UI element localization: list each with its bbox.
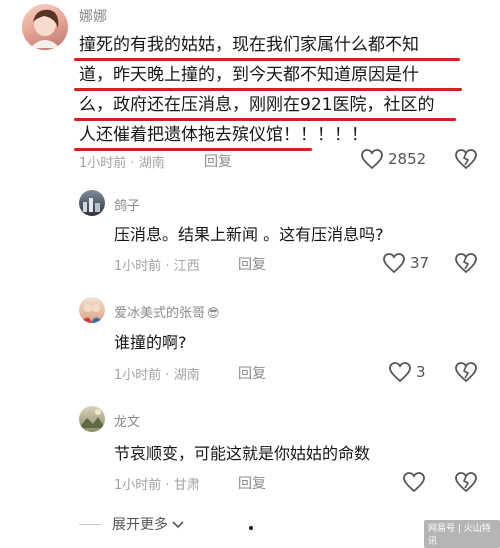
reply-meta: 1小时前 · 湖南: [114, 364, 200, 383]
meta-separator: ·: [130, 156, 135, 171]
dislike-button[interactable]: [454, 361, 478, 383]
comment-meta: 1小时前 · 湖南: [79, 152, 165, 171]
reply-time: 1小时前: [114, 478, 162, 493]
comment-location: 湖南: [138, 156, 165, 171]
reply-button[interactable]: 回复: [238, 473, 266, 493]
reply-meta: 1小时前 · 江西: [114, 255, 200, 274]
annotation-underline-1: [74, 58, 460, 61]
broken-heart-icon: [455, 253, 477, 274]
avatar-nana[interactable]: [22, 4, 68, 50]
reply-button[interactable]: 回复: [238, 254, 266, 274]
reply-button[interactable]: 回复: [204, 151, 232, 171]
avatar-cityscape-icon: [83, 198, 100, 212]
avatar-gezi[interactable]: [79, 190, 105, 216]
reply-username[interactable]: 爱冰美式的张哥 😎: [114, 302, 220, 321]
like-button[interactable]: [382, 252, 406, 274]
reply-location: 湖南: [173, 368, 200, 383]
decorative-dot: [249, 526, 253, 530]
reply-button[interactable]: 回复: [238, 363, 266, 383]
meta-separator: ·: [165, 368, 170, 383]
reply-text: 压消息。结果上新闻 。这有压消息吗?: [114, 225, 384, 244]
dislike-button[interactable]: [454, 471, 478, 493]
heart-outline-icon: [383, 253, 405, 274]
chevron-down-icon: [172, 520, 185, 530]
comment-line-3: 么，政府还在压消息，刚刚在921医院，社区的: [79, 95, 435, 115]
like-count: 3: [416, 363, 426, 381]
like-count: 37: [410, 254, 430, 272]
annotation-underline-2: [74, 88, 462, 91]
reply-location: 江西: [173, 259, 200, 274]
broken-heart-icon: [455, 149, 477, 170]
heart-outline-icon: [403, 472, 425, 493]
reply-meta: 1小时前 · 甘肃: [114, 474, 200, 493]
expand-divider: [79, 524, 101, 525]
avatar-zhangge[interactable]: [79, 297, 105, 323]
heart-outline-icon: [361, 149, 383, 170]
reply-text: 节哀顺变，可能这就是你姑姑的命数: [114, 444, 371, 463]
expand-more-button[interactable]: 展开更多: [112, 514, 185, 534]
meta-separator: ·: [165, 259, 170, 274]
meta-separator: ·: [165, 478, 170, 493]
expand-more-label: 展开更多: [112, 517, 168, 533]
watermark: 网易号 | 火山特讯: [424, 520, 500, 548]
avatar-portrait-icon: [30, 9, 60, 48]
avatar-landscape-icon: [79, 409, 105, 428]
reply-time: 1小时前: [114, 259, 162, 274]
avatar-longwen[interactable]: [79, 406, 105, 432]
like-button[interactable]: [402, 471, 426, 493]
reply-username-text: 爱冰美式的张哥: [114, 306, 206, 321]
avatar-people-icon: [81, 304, 103, 323]
comment-time: 1小时前: [79, 156, 127, 171]
reply-time: 1小时前: [114, 368, 162, 383]
dislike-button[interactable]: [454, 252, 478, 274]
reply-username[interactable]: 龙文: [114, 411, 140, 430]
like-button[interactable]: [388, 361, 412, 383]
comment-line-2: 道，昨天晚上撞的，到今天都不知道原因是什: [79, 65, 419, 85]
sunglasses-emoji-icon: 😎: [207, 306, 220, 320]
like-count: 2852: [388, 150, 427, 168]
annotation-underline-3: [74, 118, 456, 121]
dislike-button[interactable]: [454, 148, 478, 170]
broken-heart-icon: [455, 472, 477, 493]
comment-username[interactable]: 娜娜: [79, 6, 107, 26]
reply-username[interactable]: 鸽子: [114, 195, 140, 214]
reply-text: 谁撞的啊?: [114, 333, 187, 352]
broken-heart-icon: [455, 362, 477, 383]
annotation-underline-4: [74, 148, 312, 151]
heart-outline-icon: [389, 362, 411, 383]
comment-line-1: 撞死的有我的姑姑，现在我们家属什么都不知: [79, 35, 419, 55]
like-button[interactable]: [360, 148, 384, 170]
comment-line-4: 人还催着把遗体拖去殡仪馆！！！！！: [79, 125, 368, 145]
reply-location: 甘肃: [173, 478, 200, 493]
